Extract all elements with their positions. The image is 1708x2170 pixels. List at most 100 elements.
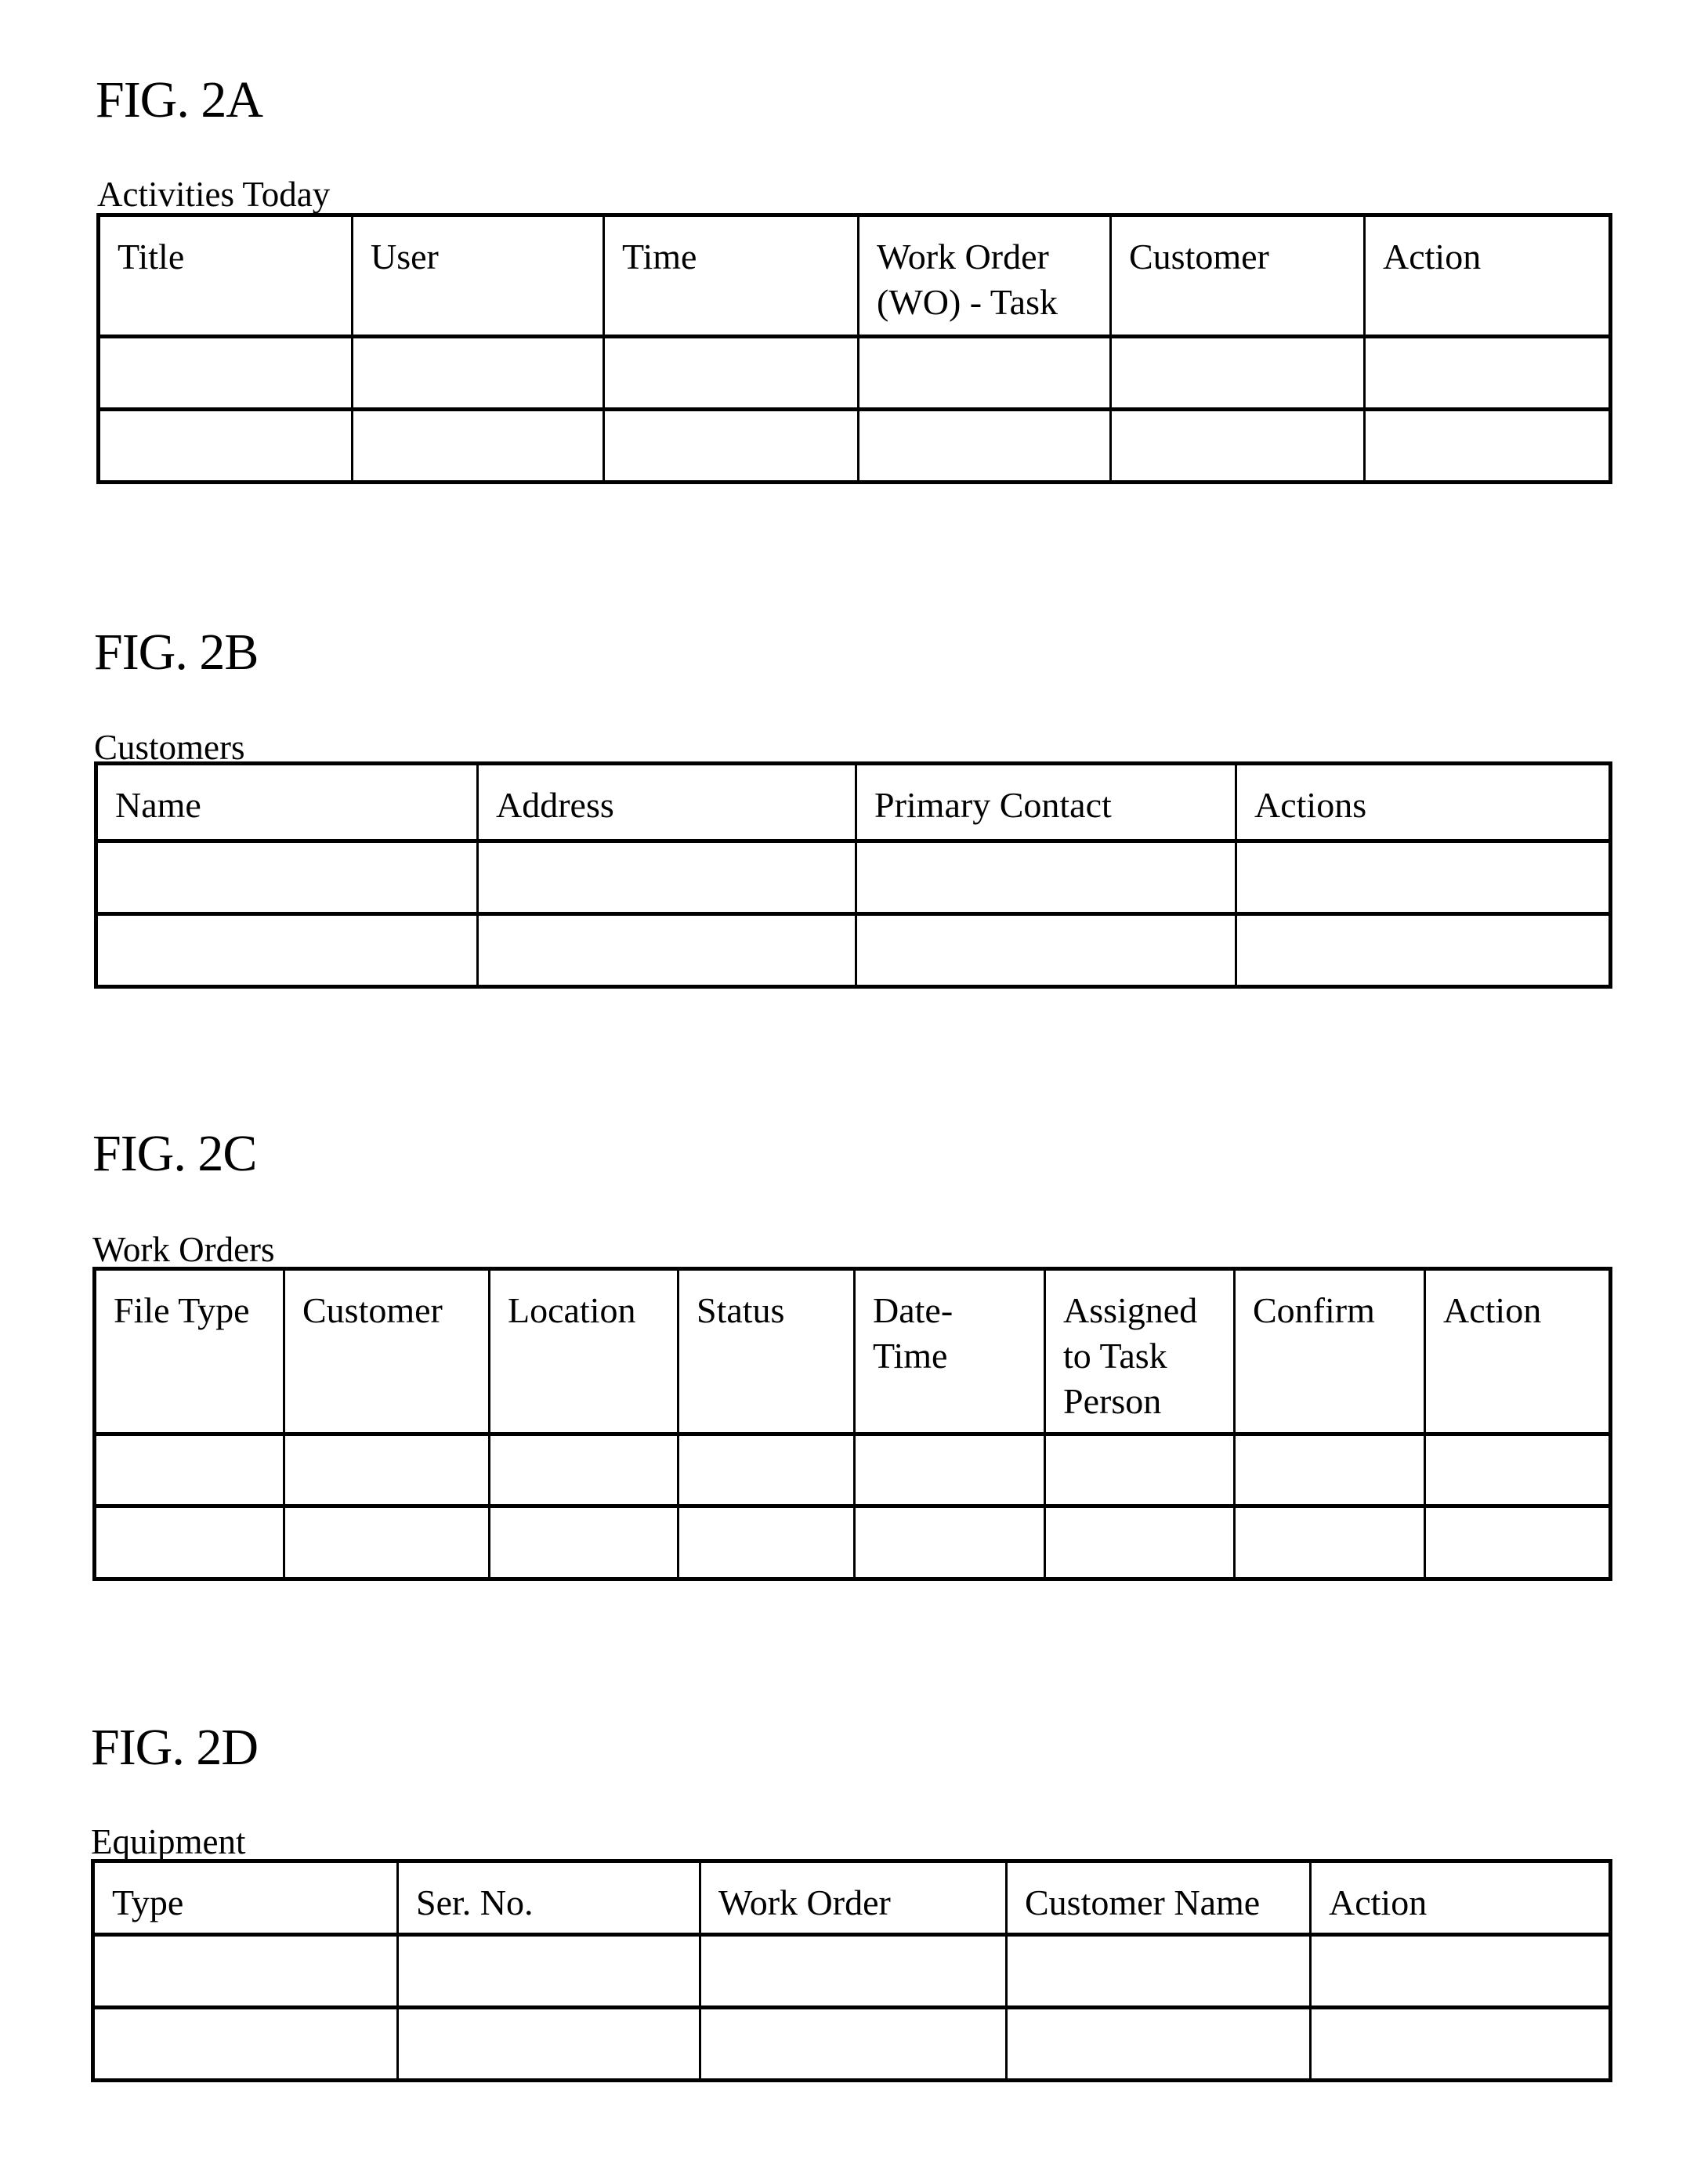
column-header-address[interactable]: Address — [476, 761, 857, 843]
table-caption-equipment: Equipment — [91, 1822, 246, 1861]
column-header-ser-no[interactable]: Ser. No. — [396, 1859, 701, 1937]
column-header-label: User — [371, 237, 439, 277]
table-cell[interactable] — [1044, 1432, 1236, 1508]
table-cell[interactable] — [97, 407, 353, 484]
table-cell[interactable] — [1233, 1504, 1426, 1581]
column-header-status[interactable]: Status — [677, 1267, 856, 1436]
table-cell[interactable] — [95, 912, 479, 989]
table-row — [97, 407, 1612, 484]
column-header-label: Actions — [1254, 785, 1367, 825]
column-header-label: Time — [622, 237, 697, 277]
column-header-action[interactable]: Action — [1309, 1859, 1612, 1937]
column-header-type[interactable]: Type — [92, 1859, 399, 1937]
column-header-label: Customer — [1129, 237, 1269, 277]
column-header-customer[interactable]: Customer — [283, 1267, 490, 1436]
table-cell[interactable] — [855, 839, 1237, 916]
column-header-actions[interactable]: Actions — [1235, 761, 1612, 843]
table-cell[interactable] — [1424, 1504, 1612, 1581]
table-cell[interactable] — [603, 335, 859, 411]
table-cell[interactable] — [95, 839, 479, 916]
table-row — [93, 1504, 1612, 1581]
column-header-label: Address — [496, 785, 614, 825]
column-header-label: Title — [118, 237, 185, 277]
table-cell[interactable] — [283, 1504, 490, 1581]
column-header-work-order-task[interactable]: Work Order (WO) - Task — [857, 213, 1112, 338]
column-header-label: Date-Time — [873, 1290, 954, 1376]
column-header-title[interactable]: Title — [97, 213, 353, 338]
table-cell[interactable] — [677, 1432, 856, 1508]
table-cell[interactable] — [1109, 335, 1366, 411]
table-cell[interactable] — [1309, 1933, 1612, 2009]
column-header-label: Ser. No. — [416, 1882, 534, 1922]
table-cell[interactable] — [1309, 2005, 1612, 2082]
column-header-action[interactable]: Action — [1363, 213, 1612, 338]
table-row — [92, 1933, 1612, 2009]
table-cell[interactable] — [857, 407, 1112, 484]
table-row — [95, 839, 1612, 916]
table-cell[interactable] — [853, 1504, 1046, 1581]
column-header-label: Action — [1443, 1290, 1542, 1330]
table-cell[interactable] — [92, 1933, 399, 2009]
column-header-name[interactable]: Name — [95, 761, 479, 843]
table-cell[interactable] — [1363, 407, 1612, 484]
table-cell[interactable] — [92, 2005, 399, 2082]
column-header-label: File Type — [114, 1290, 250, 1330]
table-row — [97, 335, 1612, 411]
column-header-location[interactable]: Location — [488, 1267, 679, 1436]
table-cell[interactable] — [1044, 1504, 1236, 1581]
table-cell[interactable] — [488, 1432, 679, 1508]
table-caption-customers: Customers — [94, 728, 245, 767]
table-cell[interactable] — [93, 1504, 285, 1581]
table-cell[interactable] — [396, 1933, 701, 2009]
figure-label-2d: FIG. 2D — [91, 1719, 259, 1776]
table-cell[interactable] — [853, 1432, 1046, 1508]
table-cell[interactable] — [1424, 1432, 1612, 1508]
work-orders-table: File Type Customer Location Status Date-… — [92, 1267, 1612, 1581]
table-cell[interactable] — [1235, 912, 1612, 989]
column-header-assigned-to-task-person[interactable]: Assigned to Task Person — [1044, 1267, 1236, 1436]
column-header-label: Assigned to Task Person — [1063, 1290, 1198, 1421]
column-header-customer[interactable]: Customer — [1109, 213, 1366, 338]
table-cell[interactable] — [1235, 839, 1612, 916]
column-header-customer-name[interactable]: Customer Name — [1005, 1859, 1312, 1937]
table-cell[interactable] — [1005, 1933, 1312, 2009]
table-cell[interactable] — [97, 335, 353, 411]
table-cell[interactable] — [699, 2005, 1008, 2082]
table-cell[interactable] — [476, 839, 857, 916]
table-cell[interactable] — [1005, 2005, 1312, 2082]
column-header-label: Type — [112, 1882, 184, 1922]
activities-today-table: Title User Time Work Order (WO) - Task C… — [96, 213, 1612, 484]
column-header-label: Action — [1329, 1882, 1428, 1922]
column-header-date-time[interactable]: Date-Time — [853, 1267, 1046, 1436]
table-cell[interactable] — [351, 335, 605, 411]
table-row — [95, 912, 1612, 989]
column-header-time[interactable]: Time — [603, 213, 859, 338]
table-cell[interactable] — [1233, 1432, 1426, 1508]
table-row — [93, 1432, 1612, 1508]
column-header-primary-contact[interactable]: Primary Contact — [855, 761, 1237, 843]
table-cell[interactable] — [396, 2005, 701, 2082]
table-cell[interactable] — [93, 1432, 285, 1508]
table-cell[interactable] — [857, 335, 1112, 411]
table-cell[interactable] — [855, 912, 1237, 989]
column-header-work-order[interactable]: Work Order — [699, 1859, 1008, 1937]
table-cell[interactable] — [283, 1432, 490, 1508]
table-header-row: Name Address Primary Contact Actions — [95, 761, 1612, 843]
table-cell[interactable] — [677, 1504, 856, 1581]
table-cell[interactable] — [603, 407, 859, 484]
table-cell[interactable] — [699, 1933, 1008, 2009]
column-header-user[interactable]: User — [351, 213, 605, 338]
equipment-table: Type Ser. No. Work Order Customer Name A… — [91, 1859, 1612, 2082]
column-header-label: Customer Name — [1025, 1882, 1261, 1922]
column-header-file-type[interactable]: File Type — [93, 1267, 285, 1436]
table-caption-work-orders: Work Orders — [92, 1230, 275, 1269]
table-header-row: File Type Customer Location Status Date-… — [93, 1267, 1612, 1436]
column-header-confirm[interactable]: Confirm — [1233, 1267, 1426, 1436]
table-header-row: Title User Time Work Order (WO) - Task C… — [97, 213, 1612, 338]
table-cell[interactable] — [1109, 407, 1366, 484]
table-cell[interactable] — [488, 1504, 679, 1581]
table-cell[interactable] — [1363, 335, 1612, 411]
column-header-action[interactable]: Action — [1424, 1267, 1612, 1436]
table-cell[interactable] — [476, 912, 857, 989]
table-cell[interactable] — [351, 407, 605, 484]
